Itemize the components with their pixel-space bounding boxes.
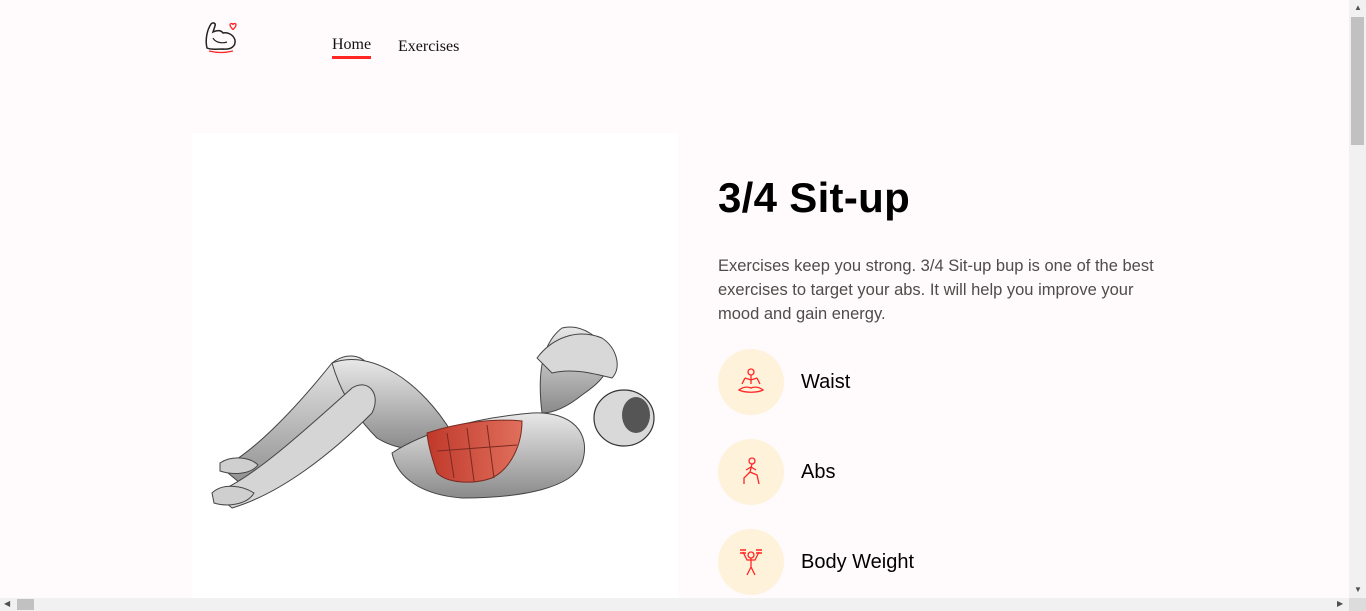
scroll-down-icon[interactable]: ▼ <box>1354 586 1362 594</box>
lunge-pose-icon <box>718 439 784 505</box>
top-navbar: Home Exercises <box>0 0 1349 90</box>
vertical-scrollbar[interactable]: ▲ ▼ <box>1349 0 1366 598</box>
exercise-description: Exercises keep you strong. 3/4 Sit-up bu… <box>718 257 1154 323</box>
tag-label: Body Weight <box>801 550 915 573</box>
scrollbar-corner <box>1349 598 1366 611</box>
tag-waist: Waist <box>718 349 850 415</box>
vertical-scroll-thumb[interactable] <box>1351 17 1364 145</box>
scroll-left-icon[interactable]: ◀ <box>4 600 10 608</box>
exercise-image <box>192 133 678 603</box>
logo-icon[interactable] <box>203 18 239 56</box>
dumbbell-lift-icon <box>718 529 784 595</box>
tag-abs: Abs <box>718 439 835 505</box>
exercise-title: 3/4 Sit-up <box>718 174 911 221</box>
meditation-pose-icon <box>718 349 784 415</box>
tag-label: Waist <box>801 370 851 393</box>
nav-home-link[interactable]: Home <box>332 36 372 59</box>
horizontal-scrollbar[interactable]: ◀ ▶ <box>0 598 1349 611</box>
tag-body-weight: Body Weight <box>718 529 914 595</box>
nav-exercises-link[interactable]: Exercises <box>398 38 459 56</box>
horizontal-scroll-thumb[interactable] <box>17 599 34 610</box>
scroll-up-icon[interactable]: ▲ <box>1354 4 1362 12</box>
sit-up-illustration-icon <box>211 326 655 509</box>
tag-label: Abs <box>801 460 836 483</box>
scroll-right-icon[interactable]: ▶ <box>1337 600 1343 608</box>
